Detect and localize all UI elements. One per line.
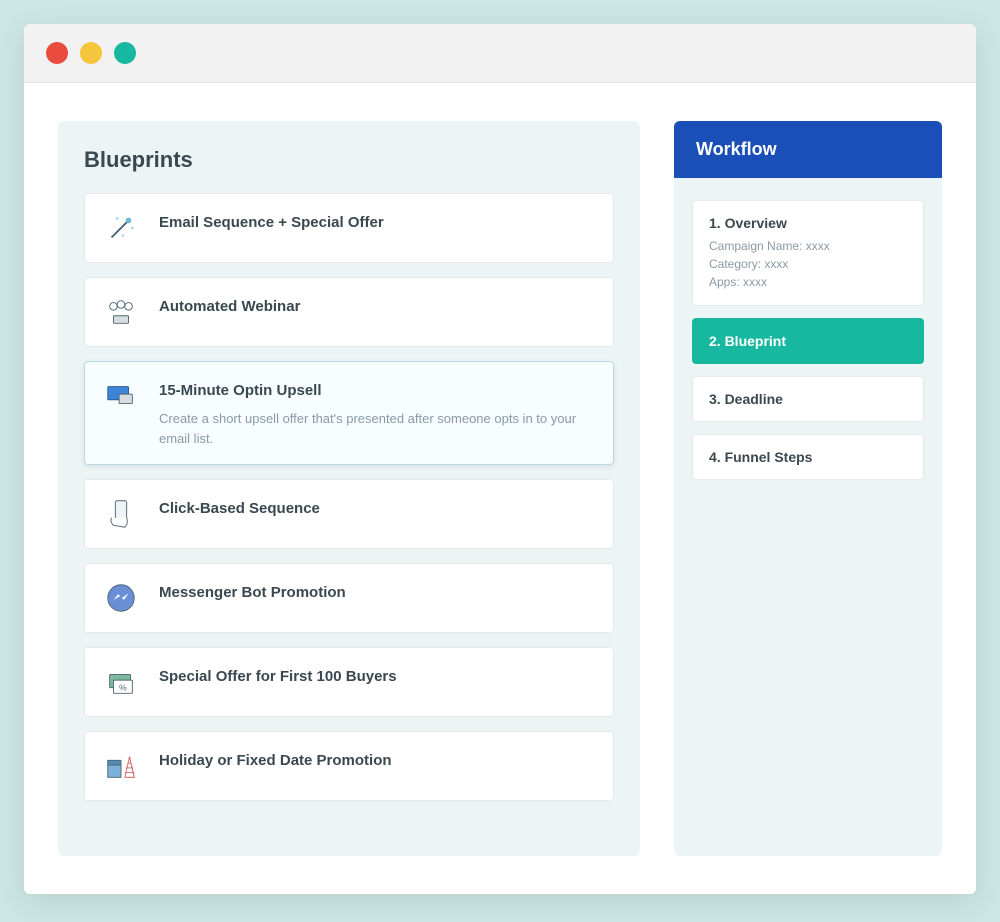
messenger-icon — [103, 580, 139, 616]
screens-icon — [103, 378, 139, 414]
close-icon[interactable] — [46, 42, 68, 64]
blueprints-title: Blueprints — [84, 147, 614, 173]
workflow-title: Workflow — [674, 121, 942, 178]
workflow-list: 1. Overview Campaign Name: xxxx Category… — [674, 178, 942, 502]
minimize-icon[interactable] — [80, 42, 102, 64]
wand-icon — [103, 210, 139, 246]
workflow-step-label: 2. Blueprint — [709, 333, 907, 349]
blueprint-holiday-promotion[interactable]: Holiday or Fixed Date Promotion — [84, 731, 614, 801]
blueprint-automated-webinar[interactable]: Automated Webinar — [84, 277, 614, 347]
phone-hand-icon — [103, 496, 139, 532]
blueprint-email-sequence[interactable]: Email Sequence + Special Offer — [84, 193, 614, 263]
workflow-step-deadline[interactable]: 3. Deadline — [692, 376, 924, 422]
maximize-icon[interactable] — [114, 42, 136, 64]
workflow-step-label: 1. Overview — [709, 215, 907, 231]
blueprint-15-minute-optin[interactable]: 15-Minute Optin Upsell Create a short up… — [84, 361, 614, 465]
blueprint-description: Create a short upsell offer that's prese… — [159, 409, 595, 448]
content: Blueprints Email Sequence + Special Offe… — [24, 83, 976, 894]
blueprint-label: Email Sequence + Special Offer — [159, 214, 595, 231]
workflow-step-sub: Campaign Name: xxxx Category: xxxx Apps:… — [709, 237, 907, 291]
blueprint-first-100-buyers[interactable]: % Special Offer for First 100 Buyers — [84, 647, 614, 717]
blueprint-label: Holiday or Fixed Date Promotion — [159, 752, 595, 769]
blueprint-label: Messenger Bot Promotion — [159, 584, 595, 601]
party-icon — [103, 748, 139, 784]
blueprint-label: Automated Webinar — [159, 298, 595, 315]
titlebar — [24, 24, 976, 83]
workflow-step-overview[interactable]: 1. Overview Campaign Name: xxxx Category… — [692, 200, 924, 306]
blueprint-label: Special Offer for First 100 Buyers — [159, 668, 595, 685]
app-window: Blueprints Email Sequence + Special Offe… — [24, 24, 976, 894]
workflow-panel: Workflow 1. Overview Campaign Name: xxxx… — [674, 121, 942, 856]
coupon-icon: % — [103, 664, 139, 700]
blueprints-panel: Blueprints Email Sequence + Special Offe… — [58, 121, 640, 856]
workflow-step-funnel-steps[interactable]: 4. Funnel Steps — [692, 434, 924, 480]
workflow-step-label: 3. Deadline — [709, 391, 907, 407]
blueprint-click-based-sequence[interactable]: Click-Based Sequence — [84, 479, 614, 549]
svg-text:%: % — [119, 683, 127, 693]
workflow-step-label: 4. Funnel Steps — [709, 449, 907, 465]
blueprint-messenger-bot[interactable]: Messenger Bot Promotion — [84, 563, 614, 633]
people-icon — [103, 294, 139, 330]
workflow-step-blueprint[interactable]: 2. Blueprint — [692, 318, 924, 364]
blueprint-label: Click-Based Sequence — [159, 500, 595, 517]
blueprint-label: 15-Minute Optin Upsell — [159, 382, 595, 399]
